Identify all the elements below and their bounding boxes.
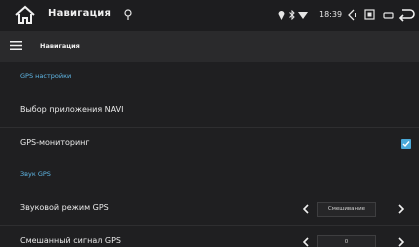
- gps-monitoring-checkbox[interactable]: [401, 139, 411, 149]
- status-bar: Навигация 18:39: [0, 0, 419, 31]
- row-gps-monitoring[interactable]: GPS-мониторинг: [0, 128, 419, 160]
- home-icon[interactable]: [14, 5, 36, 25]
- bluetooth-icon: [289, 10, 295, 20]
- chevron-left-icon[interactable]: [303, 237, 309, 247]
- row-navi-app[interactable]: Выбор приложения NAVI: [0, 95, 419, 127]
- chevron-right-icon[interactable]: [398, 237, 404, 247]
- row-gps-sound-mode[interactable]: Звуковой режим GPS Смешивание: [0, 193, 419, 225]
- chevron-left-icon[interactable]: [303, 204, 309, 214]
- wifi-icon: [298, 12, 308, 19]
- gps-mixed-signal-value: 0: [317, 235, 376, 247]
- screenshot-icon[interactable]: [364, 9, 375, 20]
- clock: 18:39: [319, 10, 343, 19]
- row-label: Выбор приложения NAVI: [20, 105, 124, 114]
- window-icon[interactable]: [383, 12, 394, 19]
- check-icon: [402, 141, 410, 148]
- location-icon: [278, 11, 285, 20]
- location-pin-icon: [124, 9, 132, 20]
- chevron-right-icon[interactable]: [398, 204, 404, 214]
- gps-sound-mode-value: Смешивание: [317, 202, 376, 217]
- section-header-gps-settings: GPS настройки: [20, 72, 72, 80]
- menu-icon[interactable]: [10, 41, 22, 50]
- row-label: Звуковой режим GPS: [20, 203, 109, 212]
- toolbar: Навигация: [0, 31, 419, 62]
- row-gps-mixed-signal[interactable]: Смешанный сигнал GPS 0: [0, 226, 419, 247]
- row-label: GPS-мониторинг: [20, 138, 90, 147]
- row-label: Смешанный сигнал GPS: [20, 236, 121, 245]
- volume-icon[interactable]: [347, 9, 356, 21]
- page-title: Навигация: [40, 42, 80, 50]
- section-header-gps-sound: Звук GPS: [20, 170, 51, 178]
- back-icon[interactable]: [398, 8, 415, 22]
- app-title: Навигация: [48, 8, 112, 19]
